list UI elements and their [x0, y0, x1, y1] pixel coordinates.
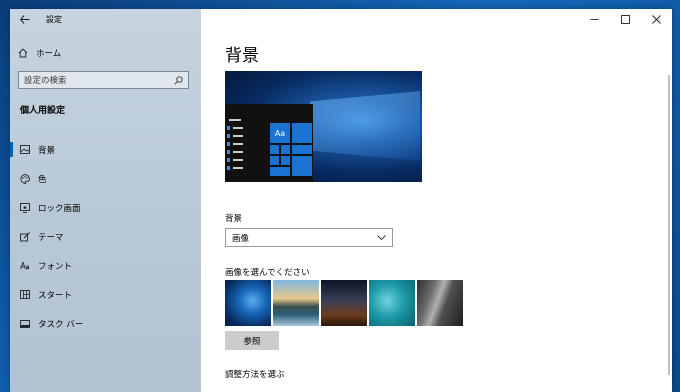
- palette-icon: [20, 173, 30, 184]
- sidebar-item-label: 色: [38, 174, 47, 185]
- sidebar-nav: 背景 色 ロック画面 テーマ フォント スタート タスク バー: [10, 135, 201, 338]
- picture-icon: [20, 145, 30, 155]
- minimize-icon: [590, 18, 599, 20]
- sidebar-item-taskbar[interactable]: タスク バー: [10, 309, 201, 338]
- back-arrow-icon: [20, 14, 30, 24]
- theme-brush-icon: [20, 231, 30, 242]
- sidebar-item-background[interactable]: 背景: [10, 135, 201, 164]
- sidebar-item-fonts[interactable]: フォント: [10, 251, 201, 280]
- background-label: 背景: [225, 214, 243, 224]
- scrollbar[interactable]: [668, 75, 670, 375]
- browse-button[interactable]: 参照: [225, 331, 279, 350]
- background-type-dropdown[interactable]: 画像: [225, 228, 393, 247]
- main-content: 背景 Aa 背景 画像 画像を選んでください 参照 調整方法を選ぶ: [201, 9, 672, 392]
- sidebar-item-label: テーマ: [38, 232, 64, 243]
- sidebar-item-color[interactable]: 色: [10, 164, 201, 193]
- maximize-button[interactable]: [610, 9, 641, 29]
- sidebar-item-start[interactable]: スタート: [10, 280, 201, 309]
- maximize-icon: [621, 14, 630, 24]
- sidebar-item-label: フォント: [38, 261, 73, 272]
- section-title: 個人用設定: [20, 106, 66, 116]
- window-title: 設定: [46, 15, 62, 24]
- preview-tile-aa: Aa: [270, 123, 290, 143]
- settings-window: 設定 ホーム 設定の検索 個人用設定 背景 色 ロック画面 テーマ フォント ス…: [10, 9, 672, 392]
- desktop-preview: Aa: [225, 71, 422, 182]
- home-link[interactable]: ホーム: [18, 47, 61, 59]
- minimize-button[interactable]: [579, 9, 610, 29]
- choose-picture-label: 画像を選んでください: [225, 268, 310, 278]
- search-input[interactable]: 設定の検索: [18, 71, 189, 89]
- home-icon: [18, 48, 28, 58]
- background-type-value: 画像: [232, 233, 250, 244]
- font-icon: [20, 260, 30, 271]
- thumbnail-night-sky[interactable]: [321, 280, 367, 326]
- sidebar-item-theme[interactable]: テーマ: [10, 222, 201, 251]
- fit-label: 調整方法を選ぶ: [225, 370, 285, 380]
- sidebar-item-lock-screen[interactable]: ロック画面: [10, 193, 201, 222]
- sidebar-item-label: タスク バー: [38, 319, 84, 330]
- search-placeholder: 設定の検索: [24, 76, 67, 86]
- chevron-down-icon: [377, 235, 386, 240]
- search-icon: [174, 75, 183, 85]
- thumbnail-windows-hero[interactable]: [225, 280, 271, 326]
- window-controls: [579, 9, 672, 29]
- taskbar-icon: [20, 319, 30, 329]
- page-title: 背景: [225, 46, 259, 66]
- preview-light-rays: [310, 91, 420, 161]
- thumbnail-underwater[interactable]: [369, 280, 415, 326]
- sidebar-item-label: スタート: [38, 290, 73, 301]
- thumbnail-rock-cliff[interactable]: [417, 280, 463, 326]
- sidebar-item-label: 背景: [38, 145, 56, 156]
- home-label: ホーム: [36, 49, 62, 59]
- lock-screen-icon: [20, 202, 30, 213]
- back-button[interactable]: [18, 12, 32, 26]
- close-button[interactable]: [641, 9, 672, 29]
- thumbnail-beach-rocks[interactable]: [273, 280, 319, 326]
- sidebar: 設定 ホーム 設定の検索 個人用設定 背景 色 ロック画面 テーマ フォント ス…: [10, 9, 201, 392]
- picture-thumbnails: [225, 280, 463, 326]
- close-icon: [652, 14, 661, 24]
- sidebar-item-label: ロック画面: [38, 203, 81, 214]
- preview-start-menu: Aa: [225, 104, 313, 182]
- start-tiles-icon: [20, 290, 30, 300]
